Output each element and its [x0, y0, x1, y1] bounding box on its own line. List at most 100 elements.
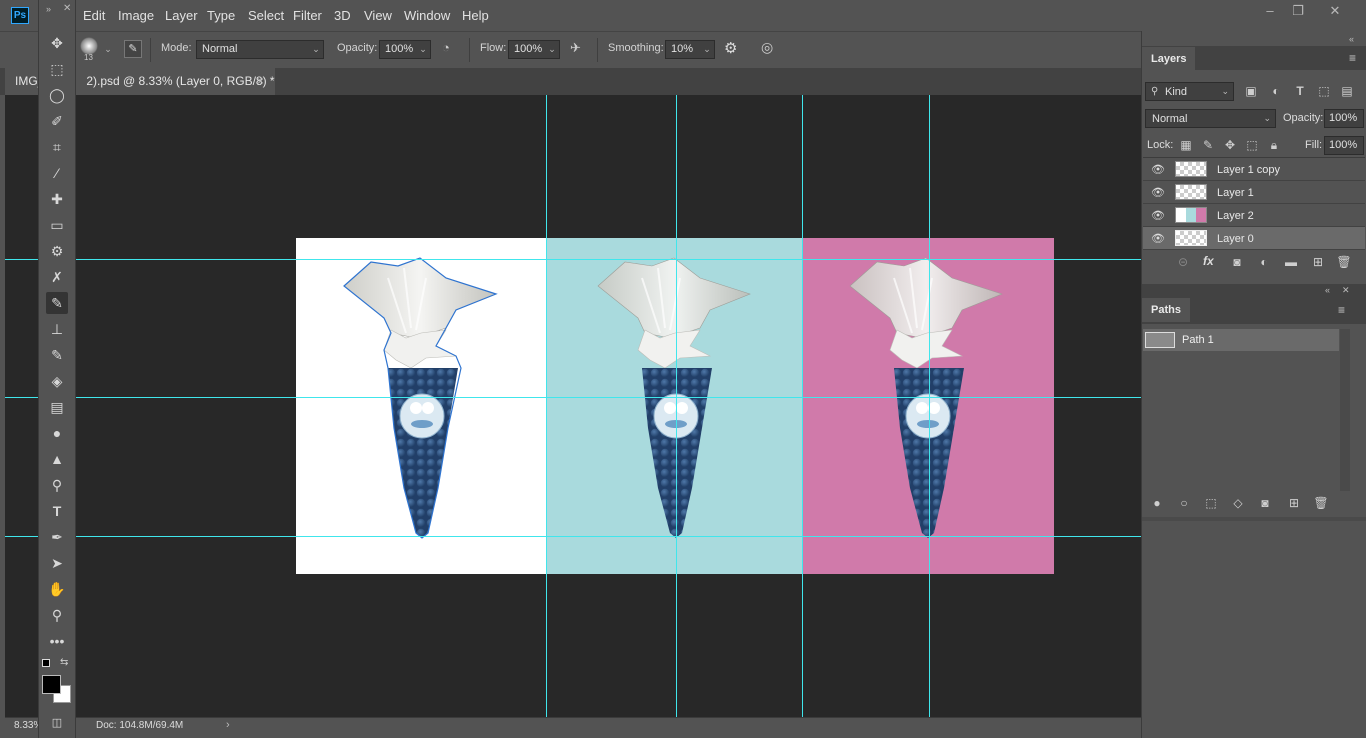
blend-mode-select[interactable]: Normal ⌄: [1145, 109, 1276, 128]
menu-select[interactable]: Select: [248, 8, 284, 23]
scrollbar[interactable]: [1340, 329, 1350, 491]
layer-name[interactable]: Layer 2: [1217, 210, 1254, 222]
gear-icon[interactable]: ⚙: [724, 39, 742, 57]
lock-image-icon[interactable]: ✎: [1200, 138, 1216, 152]
sharpen-icon[interactable]: ▲: [46, 448, 68, 470]
visibility-eye-icon[interactable]: 👁︎: [1151, 233, 1165, 245]
move-icon[interactable]: ✥: [46, 32, 68, 54]
stroke-path-icon[interactable]: ○: [1176, 496, 1192, 510]
layer-opacity-input[interactable]: 100%: [1324, 109, 1364, 128]
layer-name[interactable]: Layer 1 copy: [1217, 164, 1280, 176]
eraser-icon[interactable]: ◈: [46, 370, 68, 392]
panel-resize-handle[interactable]: [1142, 517, 1366, 521]
content-aware-move-icon[interactable]: ✗: [46, 266, 68, 288]
airbrush-icon[interactable]: ✈: [570, 40, 588, 58]
eyedropper-icon[interactable]: ⁄: [46, 162, 68, 184]
type-icon[interactable]: T: [46, 500, 68, 522]
layer-name[interactable]: Layer 0: [1217, 233, 1254, 245]
panel-menu-icon[interactable]: ≡: [1338, 303, 1345, 317]
brush-preset-dropdown-icon[interactable]: ⌄: [101, 40, 115, 59]
default-colors-icon[interactable]: [42, 659, 50, 667]
vertical-guide[interactable]: [676, 95, 677, 717]
menu-layer[interactable]: Layer: [165, 8, 198, 23]
lock-transparent-icon[interactable]: ▦: [1178, 138, 1194, 152]
more-icon[interactable]: •••: [46, 630, 68, 652]
pen-icon[interactable]: ✒: [46, 526, 68, 548]
restore-button[interactable]: ❐: [1283, 2, 1313, 20]
mode-select[interactable]: Normal: [196, 40, 324, 59]
layers-tab[interactable]: Layers: [1142, 47, 1196, 71]
new-path-icon[interactable]: ⊞: [1286, 496, 1302, 510]
filter-type-icon[interactable]: T: [1292, 84, 1308, 98]
brush-settings-icon[interactable]: ✎: [124, 40, 142, 58]
brush-icon[interactable]: ✎: [46, 292, 68, 314]
blur-icon[interactable]: ●: [46, 422, 68, 444]
new-layer-icon[interactable]: ⊞: [1310, 255, 1326, 269]
menu-view[interactable]: View: [364, 8, 392, 23]
pressure-opacity-icon[interactable]: ◔: [442, 40, 460, 58]
visibility-eye-icon[interactable]: 👁︎: [1151, 164, 1165, 176]
menu-window[interactable]: Window: [404, 8, 450, 23]
marquee-icon[interactable]: ⬚: [46, 58, 68, 80]
filter-smart-object-icon[interactable]: ▤: [1339, 84, 1355, 98]
gradient-icon[interactable]: ▤: [46, 396, 68, 418]
fill-path-icon[interactable]: ●: [1149, 496, 1165, 510]
history-brush-icon[interactable]: ✎: [46, 344, 68, 366]
delete-layer-icon[interactable]: 🗑︎: [1336, 255, 1352, 269]
visibility-eye-icon[interactable]: 👁︎: [1151, 187, 1165, 199]
quick-mask-icon[interactable]: ◫: [46, 712, 68, 734]
healing-icon[interactable]: ✚: [46, 188, 68, 210]
dodge-icon[interactable]: ⚲: [46, 474, 68, 496]
path-name[interactable]: Path 1: [1182, 334, 1214, 346]
collapse-panels-icon[interactable]: «: [1349, 34, 1354, 44]
menu-3d[interactable]: 3D: [334, 8, 351, 23]
patch-icon[interactable]: ⚙: [46, 240, 68, 262]
chevron-right-icon[interactable]: ›: [226, 719, 230, 731]
add-mask-icon[interactable]: ◙: [1229, 255, 1245, 269]
chevron-down-icon[interactable]: ⌄: [416, 40, 430, 59]
hand-icon[interactable]: ✋: [46, 578, 68, 600]
make-work-path-icon[interactable]: ◇: [1230, 496, 1246, 510]
layer-filter-select[interactable]: ⚲ Kind ⌄: [1145, 82, 1234, 101]
quick-select-icon[interactable]: ✐: [46, 110, 68, 132]
pressure-size-icon[interactable]: ◎: [761, 39, 779, 57]
doc-size[interactable]: Doc: 104.8M/69.4M: [96, 720, 183, 731]
menu-filter[interactable]: Filter: [293, 8, 322, 23]
filter-shape-icon[interactable]: ⬚: [1316, 84, 1332, 98]
lock-artboard-icon[interactable]: ⬚: [1244, 138, 1260, 152]
lock-all-icon[interactable]: 🔒︎: [1266, 138, 1282, 153]
vertical-guide[interactable]: [802, 95, 803, 717]
close-tab-icon[interactable]: ×: [257, 74, 264, 88]
filter-adjustment-icon[interactable]: ◐: [1268, 84, 1284, 98]
stamp-icon[interactable]: ⊥: [46, 318, 68, 340]
lasso-icon[interactable]: ◯: [46, 84, 68, 106]
visibility-eye-icon[interactable]: 👁︎: [1151, 210, 1165, 222]
add-mask-icon[interactable]: ◙: [1257, 496, 1273, 510]
horizontal-guide[interactable]: [5, 397, 1141, 398]
vertical-guide[interactable]: [546, 95, 547, 717]
collapse-arrows-icon[interactable]: «: [1325, 285, 1330, 295]
swap-colors-icon[interactable]: ⇆: [60, 657, 68, 668]
load-selection-icon[interactable]: ⬚: [1203, 496, 1219, 510]
link-layers-icon[interactable]: ⊝: [1175, 255, 1191, 269]
vertical-guide[interactable]: [929, 95, 930, 717]
chevron-down-icon[interactable]: ⌄: [545, 40, 559, 59]
delete-path-icon[interactable]: 🗑︎: [1313, 496, 1329, 510]
close-panel-icon[interactable]: ✕: [63, 3, 71, 14]
menu-help[interactable]: Help: [462, 8, 489, 23]
collapse-arrows-icon[interactable]: »: [46, 4, 51, 14]
zoom-icon[interactable]: ⚲: [46, 604, 68, 626]
filter-pixel-icon[interactable]: ▣: [1243, 84, 1259, 98]
menu-image[interactable]: Image: [118, 8, 154, 23]
adjustment-layer-icon[interactable]: ◐: [1256, 255, 1272, 269]
close-panel-icon[interactable]: ✕: [1342, 285, 1350, 296]
bandage-icon[interactable]: ▭: [46, 214, 68, 236]
chevron-down-icon[interactable]: ⌄: [700, 40, 714, 59]
horizontal-guide[interactable]: [5, 259, 1141, 260]
panel-menu-icon[interactable]: ≡: [1349, 51, 1356, 65]
layer-name[interactable]: Layer 1: [1217, 187, 1254, 199]
fx-icon[interactable]: fx: [1203, 254, 1214, 268]
minimize-button[interactable]: –: [1255, 2, 1285, 20]
close-window-button[interactable]: ✕: [1320, 2, 1350, 20]
new-group-icon[interactable]: ▬: [1283, 255, 1299, 269]
